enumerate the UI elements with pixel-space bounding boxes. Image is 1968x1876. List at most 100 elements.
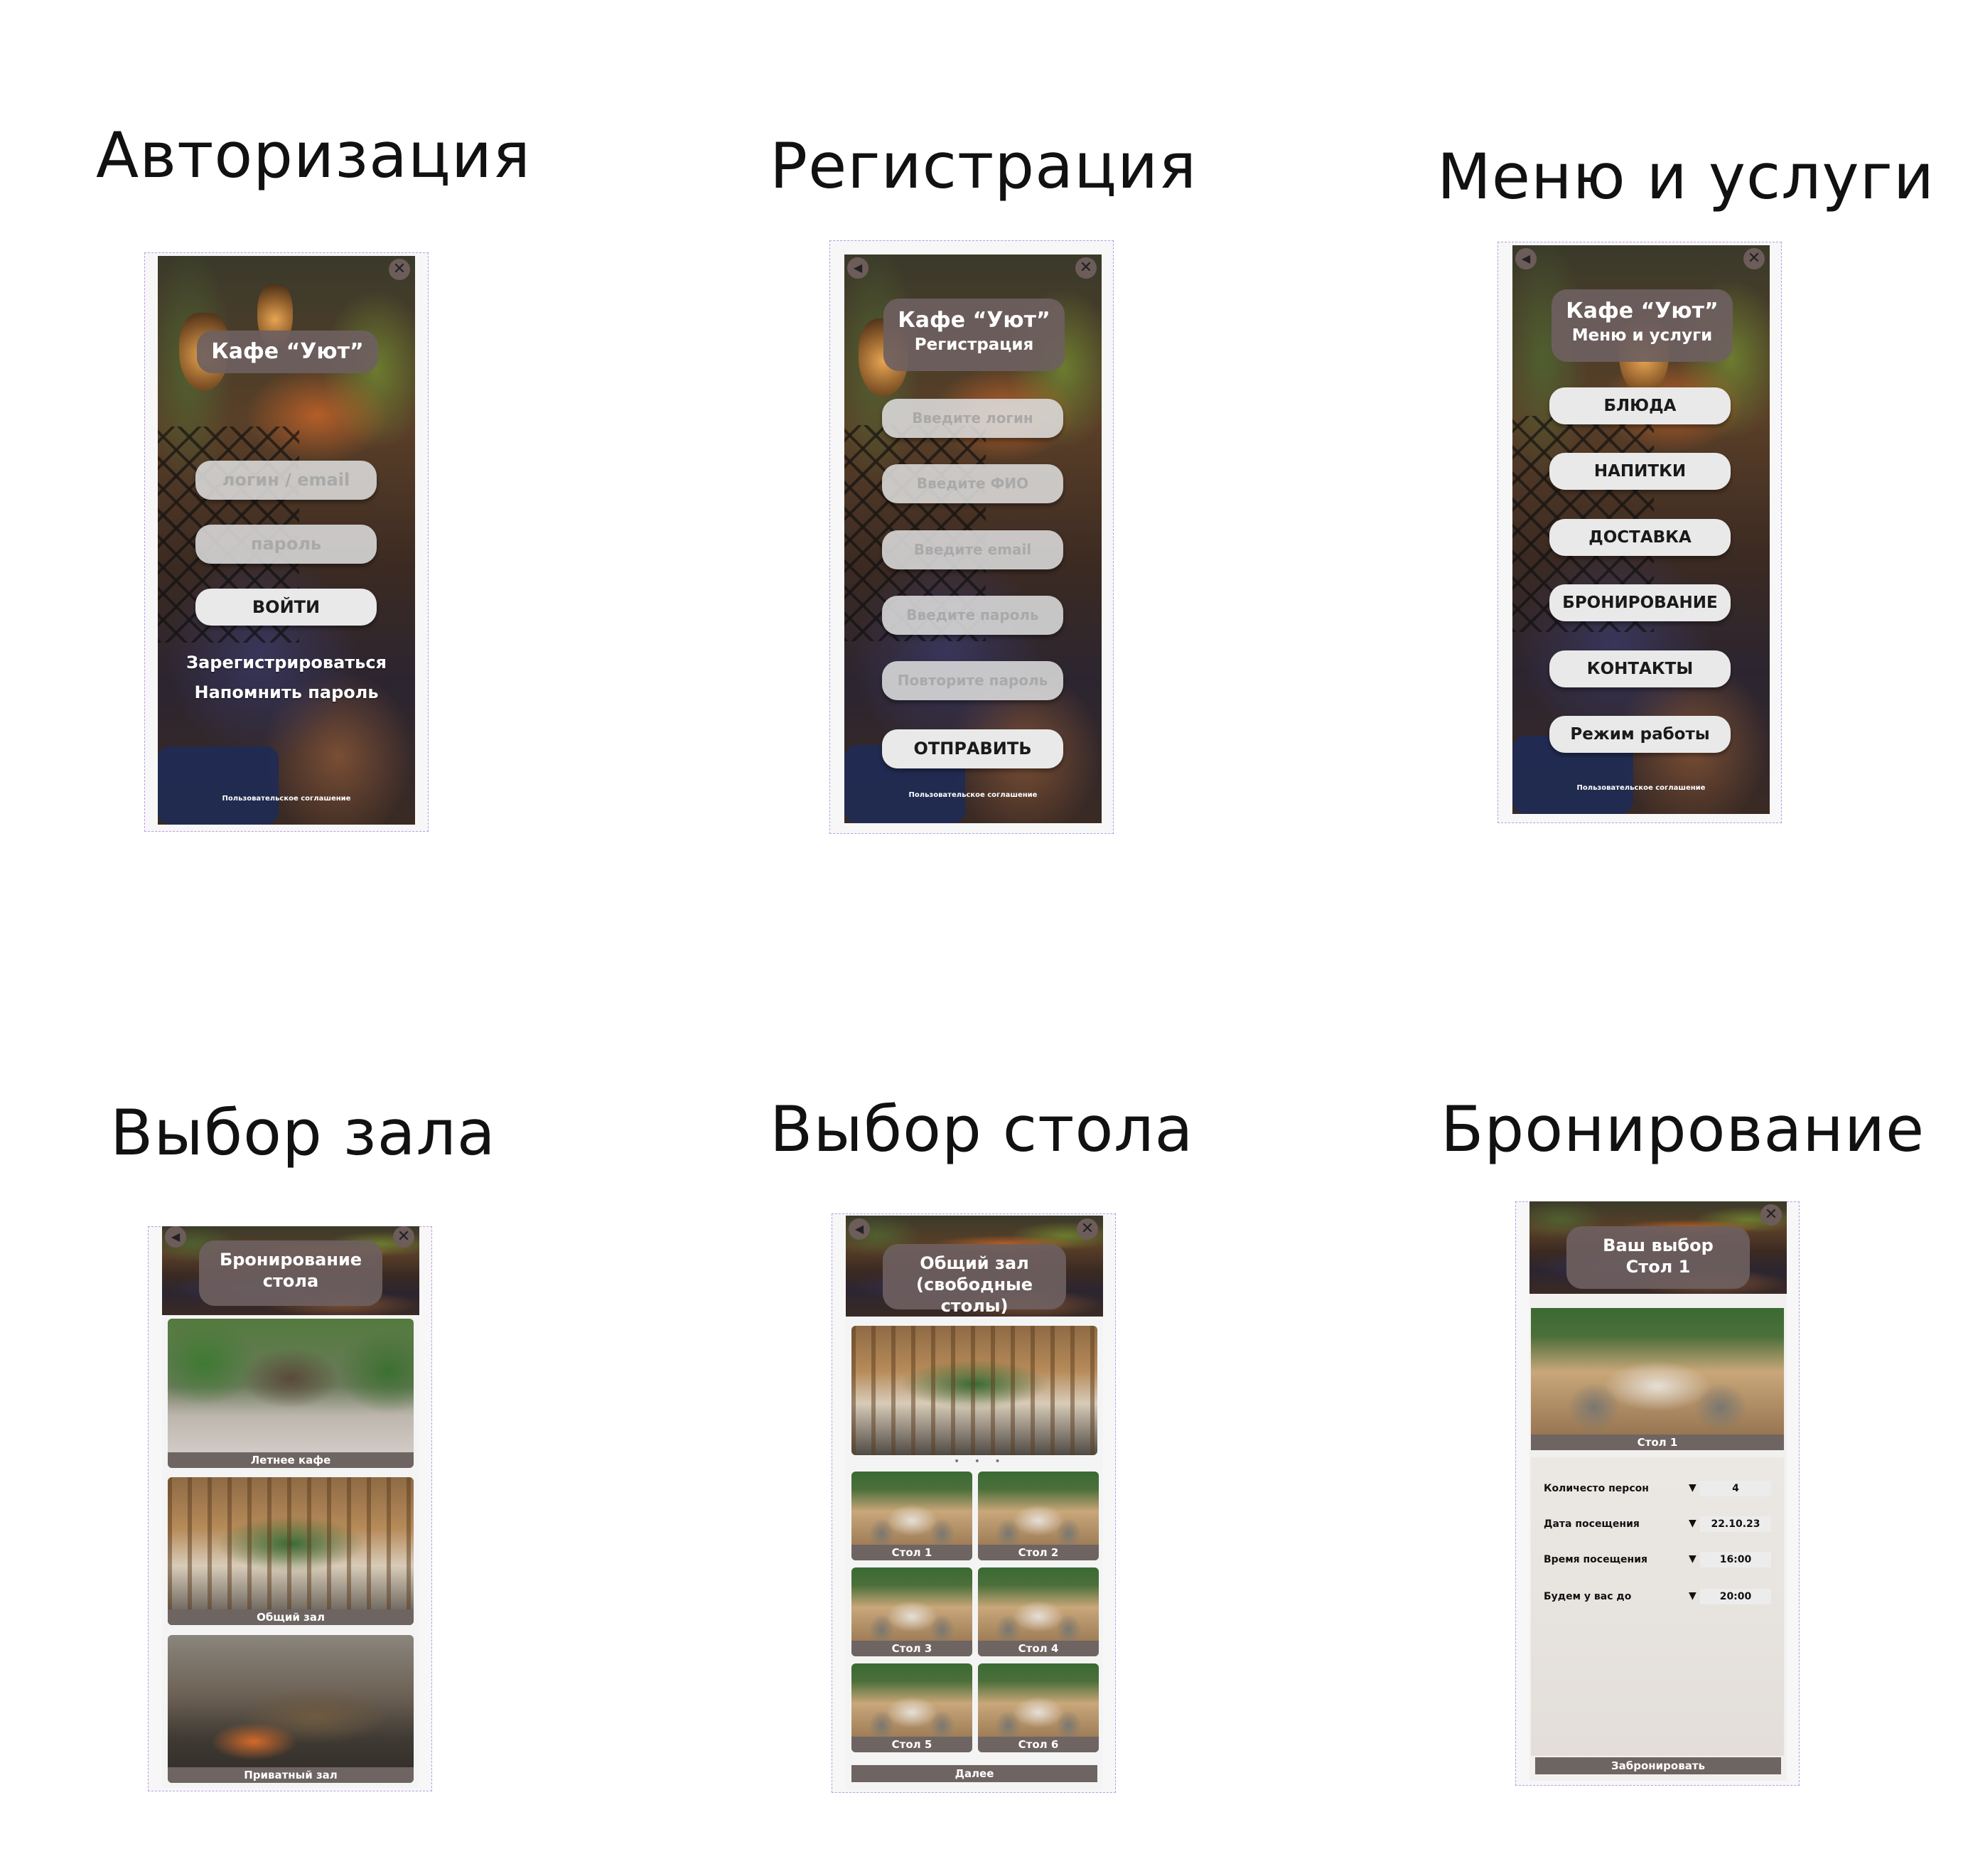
chevron-down-icon[interactable]: ▼ (1689, 1482, 1697, 1494)
persons-label: Количесто персон (1544, 1483, 1649, 1494)
section-title-auth: Авторизация (96, 119, 531, 192)
date-select[interactable]: 22.10.23 (1700, 1516, 1771, 1532)
booking-screen: ✕ Ваш выбор Стол 1 Стол 1 Количесто перс… (1529, 1201, 1787, 1781)
menu-delivery-button[interactable]: ДОСТАВКА (1549, 519, 1731, 556)
form-row-persons: Количесто персон ▼ 4 (1531, 1479, 1784, 1499)
chevron-down-icon[interactable]: ▼ (1689, 1518, 1697, 1529)
register-password-input[interactable]: Введите пароль (882, 596, 1063, 635)
agreement-link[interactable]: Пользовательское соглашение (844, 791, 1102, 799)
register-header: Кафе “Уют” Регистрация (883, 299, 1065, 371)
section-title-register: Регистрация (770, 129, 1198, 203)
register-fio-input[interactable]: Введите ФИО (882, 464, 1063, 503)
back-icon[interactable]: ◀ (847, 257, 869, 279)
selected-table-label: Стол 1 (1531, 1435, 1784, 1450)
password-input[interactable]: пароль (195, 525, 377, 564)
table-card-label: Стол 2 (978, 1545, 1099, 1560)
register-login-input[interactable]: Введите логин (882, 399, 1063, 438)
hall-screen: ◀ ✕ Бронирование стола Летнее кафе Общий… (162, 1226, 419, 1788)
menu-subtitle: Меню и услуги (1571, 326, 1713, 345)
hall-header-line1: Бронирование (219, 1250, 362, 1270)
booking-header-line1: Ваш выбор (1603, 1236, 1714, 1255)
chevron-down-icon[interactable]: ▼ (1689, 1590, 1697, 1602)
hall-header-line2: стола (262, 1271, 319, 1291)
book-button[interactable]: Забронировать (1535, 1757, 1781, 1774)
menu-drinks-button[interactable]: НАПИТКИ (1549, 453, 1731, 490)
table-card-label: Стол 3 (851, 1641, 972, 1656)
table-card-label: Стол 1 (851, 1545, 972, 1560)
table-card-label: Стол 5 (851, 1737, 972, 1752)
table-screen: ◀ ✕ Общий зал (свободные столы) • • • Ст… (846, 1216, 1103, 1790)
cafe-title: Кафе “Уют” (898, 308, 1050, 333)
register-link[interactable]: Зарегистрироваться (158, 653, 415, 672)
hall-card-private[interactable]: Приватный зал (168, 1635, 414, 1783)
menu-contacts-button[interactable]: КОНТАКТЫ (1549, 650, 1731, 687)
table-header: Общий зал (свободные столы) (883, 1244, 1066, 1316)
login-button[interactable]: ВОЙТИ (195, 589, 377, 626)
table-header-line1: Общий зал (920, 1253, 1029, 1273)
back-icon[interactable]: ◀ (1515, 248, 1537, 269)
menu-hours-button[interactable]: Режим работы (1549, 716, 1731, 753)
register-subtitle: Регистрация (914, 336, 1034, 354)
hall-card-label: Приватный зал (168, 1767, 414, 1783)
auth-header: Кафе “Уют” (197, 331, 378, 373)
form-row-date: Дата посещения ▼ 22.10.23 (1531, 1514, 1784, 1534)
booking-header: Ваш выбор Стол 1 (1566, 1226, 1750, 1289)
menu-dishes-button[interactable]: БЛЮДА (1549, 387, 1731, 424)
register-repeat-password-input[interactable]: Повторите пароль (882, 661, 1063, 700)
until-select[interactable]: 20:00 (1700, 1589, 1771, 1604)
table-card-1[interactable]: Стол 1 (851, 1472, 972, 1560)
hall-card-summer[interactable]: Летнее кафе (168, 1319, 414, 1468)
carousel-dots[interactable]: • • • (954, 1456, 1006, 1467)
table-card-2[interactable]: Стол 2 (978, 1472, 1099, 1560)
persons-select[interactable]: 4 (1700, 1481, 1771, 1496)
date-label: Дата посещения (1544, 1518, 1640, 1530)
remind-password-link[interactable]: Напомнить пароль (158, 682, 415, 702)
cafe-title: Кафе “Уют” (211, 339, 364, 364)
agreement-link[interactable]: Пользовательское соглашение (158, 795, 415, 803)
section-title-menu: Меню и услуги (1437, 140, 1935, 213)
next-button[interactable]: Далее (851, 1765, 1097, 1782)
table-card-5[interactable]: Стол 5 (851, 1663, 972, 1752)
close-icon[interactable]: ✕ (393, 1226, 414, 1248)
until-label: Будем у вас до (1544, 1591, 1632, 1602)
close-icon[interactable]: ✕ (1743, 248, 1765, 269)
menu-booking-button[interactable]: БРОНИРОВАНИЕ (1549, 584, 1731, 621)
back-icon[interactable]: ◀ (849, 1218, 870, 1240)
submit-button[interactable]: ОТПРАВИТЬ (882, 729, 1063, 768)
table-header-line2: (свободные столы) (915, 1275, 1033, 1316)
table-card-label: Стол 4 (978, 1641, 1099, 1656)
menu-screen: ◀ ✕ Кафе “Уют” Меню и услуги БЛЮДА НАПИТ… (1512, 245, 1770, 814)
chevron-down-icon[interactable]: ▼ (1689, 1553, 1697, 1565)
selected-table-image: Стол 1 (1531, 1308, 1784, 1450)
register-screen: ◀ ✕ Кафе “Уют” Регистрация Введите логин… (844, 254, 1102, 823)
booking-header-line2: Стол 1 (1625, 1257, 1691, 1277)
login-input[interactable]: логин / email (195, 461, 377, 500)
time-select[interactable]: 16:00 (1700, 1552, 1771, 1567)
auth-screen: ✕ Кафе “Уют” логин / email пароль ВОЙТИ … (158, 256, 415, 825)
hall-card-label: Общий зал (168, 1609, 414, 1625)
table-card-3[interactable]: Стол 3 (851, 1567, 972, 1656)
time-label: Время посещения (1544, 1554, 1648, 1565)
table-card-4[interactable]: Стол 4 (978, 1567, 1099, 1656)
section-title-hall: Выбор зала (110, 1096, 496, 1169)
form-row-until: Будем у вас до ▼ 20:00 (1531, 1587, 1784, 1607)
hall-preview-image (851, 1326, 1097, 1455)
table-card-label: Стол 6 (978, 1737, 1099, 1752)
close-icon[interactable]: ✕ (1075, 257, 1097, 279)
menu-header: Кафе “Уют” Меню и услуги (1552, 289, 1733, 362)
decor-cushion (158, 746, 279, 825)
table-card-6[interactable]: Стол 6 (978, 1663, 1099, 1752)
back-icon[interactable]: ◀ (165, 1226, 186, 1248)
hall-card-label: Летнее кафе (168, 1452, 414, 1468)
section-title-booking: Бронирование (1441, 1093, 1925, 1166)
close-icon[interactable]: ✕ (1760, 1204, 1782, 1226)
close-icon[interactable]: ✕ (1077, 1218, 1098, 1240)
form-row-time: Время посещения ▼ 16:00 (1531, 1550, 1784, 1570)
hall-card-general[interactable]: Общий зал (168, 1477, 414, 1625)
hall-header: Бронирование стола (199, 1240, 382, 1306)
agreement-link[interactable]: Пользовательское соглашение (1512, 784, 1770, 792)
register-email-input[interactable]: Введите email (882, 530, 1063, 569)
section-title-table: Выбор стола (770, 1093, 1194, 1166)
cafe-title: Кафе “Уют” (1566, 299, 1719, 323)
close-icon[interactable]: ✕ (389, 259, 410, 280)
